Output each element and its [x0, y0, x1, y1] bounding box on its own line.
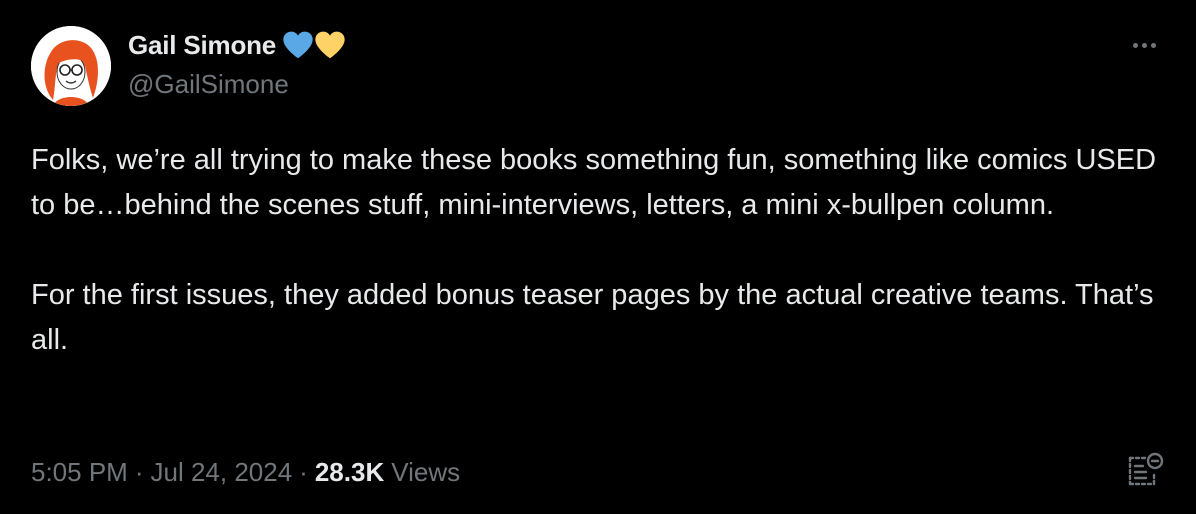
author-name-row: Gail Simone: [128, 26, 346, 64]
views-label: Views: [391, 456, 461, 487]
tweet-meta: 5:05 PM · Jul 24, 2024 · 28.3K Views: [31, 452, 460, 492]
more-icon[interactable]: [1122, 30, 1166, 60]
notes-icon[interactable]: [1124, 450, 1164, 490]
meta-separator: ·: [299, 456, 308, 487]
yellow-heart-icon: [315, 31, 345, 59]
avatar-illustration: [31, 26, 111, 106]
name-badges: [282, 30, 346, 60]
meta-separator: ·: [134, 456, 144, 487]
tweet-text: Folks, we’re all trying to make these bo…: [31, 138, 1171, 363]
blue-heart-icon: [283, 31, 313, 59]
views-count: 28.3K: [314, 456, 385, 487]
tweet-time[interactable]: 5:05 PM: [31, 457, 128, 488]
display-name[interactable]: Gail Simone: [128, 30, 276, 61]
tweet-paragraph-1: Folks, we’re all trying to make these bo…: [31, 144, 1157, 221]
author-handle[interactable]: @GailSimone: [128, 69, 289, 100]
tweet-paragraph-2: For the first issues, they added bonus t…: [31, 279, 1154, 356]
tweet-date[interactable]: Jul 24, 2024: [151, 457, 293, 488]
avatar[interactable]: [31, 26, 111, 106]
